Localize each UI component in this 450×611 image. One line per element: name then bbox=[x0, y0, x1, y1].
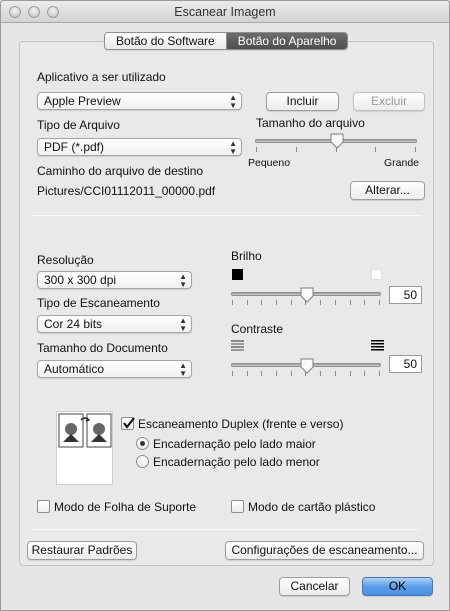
duplex-pages-icon bbox=[58, 413, 112, 448]
scan-type-select-value: Cor 24 bits bbox=[44, 317, 103, 331]
dark-square-icon bbox=[232, 269, 243, 280]
short-edge-binding-label: Encadernação pelo lado menor bbox=[153, 455, 320, 469]
scan-settings-button[interactable]: Configurações de escaneamento... bbox=[225, 541, 424, 560]
cancel-button[interactable]: Cancelar bbox=[279, 577, 350, 596]
select-arrows-icon: ▲ ▼ bbox=[179, 316, 187, 333]
file-type-select-value: PDF (*.pdf) bbox=[44, 140, 105, 154]
title-bar: Escanear Imagem bbox=[1, 1, 449, 23]
carrier-sheet-label: Modo de Folha de Suporte bbox=[54, 500, 197, 514]
carrier-sheet-checkbox[interactable] bbox=[37, 500, 50, 513]
select-arrows-icon: ▲ ▼ bbox=[229, 93, 237, 110]
file-size-label: Tamanho do arquivo bbox=[256, 116, 365, 130]
scan-image-window: Escanear Imagem Botão do Software Botão … bbox=[0, 0, 450, 611]
contrast-value-field[interactable]: 50 bbox=[389, 355, 422, 373]
brightness-label: Brilho bbox=[231, 249, 262, 263]
duplex-checkbox[interactable] bbox=[121, 417, 135, 430]
document-size-select-value: Automático bbox=[44, 362, 105, 376]
section-divider bbox=[31, 215, 422, 216]
remove-application-button[interactable]: Excluir bbox=[353, 92, 425, 111]
contrast-label: Contraste bbox=[231, 322, 284, 336]
plastic-card-label: Modo de cartão plástico bbox=[248, 500, 376, 514]
tab-device-button[interactable]: Botão do Aparelho bbox=[225, 33, 348, 49]
short-edge-binding-radio[interactable] bbox=[136, 455, 149, 468]
file-size-max-label: Grande bbox=[384, 157, 420, 169]
document-size-label: Tamanho do Documento bbox=[37, 341, 168, 355]
resolution-select-value: 300 x 300 dpi bbox=[44, 273, 117, 287]
restore-defaults-button[interactable]: Restaurar Padrões bbox=[27, 541, 137, 560]
checkmark-icon bbox=[123, 417, 135, 429]
select-arrows-icon: ▲ ▼ bbox=[179, 361, 187, 378]
contrast-slider-knob[interactable] bbox=[300, 358, 314, 374]
ok-button[interactable]: OK bbox=[362, 577, 433, 596]
file-size-slider-knob[interactable] bbox=[330, 133, 344, 149]
add-application-button[interactable]: Incluir bbox=[266, 92, 339, 111]
application-select[interactable]: Apple Preview ▲ ▼ bbox=[37, 92, 242, 110]
tab-software-button[interactable]: Botão do Software bbox=[105, 33, 226, 49]
duplex-label: Escaneamento Duplex (frente e verso) bbox=[138, 417, 344, 431]
window-title: Escanear Imagem bbox=[174, 5, 276, 19]
application-select-value: Apple Preview bbox=[44, 94, 121, 108]
tab-bar: Botão do Software Botão do Aparelho bbox=[104, 32, 349, 50]
document-size-select[interactable]: Automático ▲ ▼ bbox=[37, 360, 192, 378]
select-arrows-icon: ▲ ▼ bbox=[179, 272, 187, 289]
bottom-divider bbox=[31, 529, 422, 530]
resolution-select[interactable]: 300 x 300 dpi ▲ ▼ bbox=[37, 271, 192, 289]
select-arrows-icon: ▲ ▼ bbox=[229, 139, 237, 156]
resolution-label: Resolução bbox=[37, 253, 94, 267]
high-contrast-icon bbox=[371, 340, 384, 351]
file-size-min-label: Pequeno bbox=[248, 157, 291, 169]
low-contrast-icon bbox=[231, 340, 244, 351]
brightness-slider-knob[interactable] bbox=[300, 287, 314, 303]
application-label: Aplicativo a ser utilizado bbox=[37, 70, 166, 84]
destination-label: Caminho do arquivo de destino bbox=[37, 164, 204, 178]
duplex-preview-image bbox=[56, 411, 113, 485]
long-edge-binding-label: Encadernação pelo lado maior bbox=[153, 437, 316, 451]
plastic-card-checkbox[interactable] bbox=[231, 500, 244, 513]
change-destination-button[interactable]: Alterar... bbox=[350, 181, 425, 200]
destination-path: Pictures/CCI01112011_00000.pdf bbox=[37, 184, 216, 198]
file-type-label: Tipo de Arquivo bbox=[37, 118, 120, 132]
file-type-select[interactable]: PDF (*.pdf) ▲ ▼ bbox=[37, 138, 242, 156]
scan-type-label: Tipo de Escaneamento bbox=[37, 296, 160, 310]
brightness-value-field[interactable]: 50 bbox=[389, 286, 422, 304]
long-edge-binding-radio[interactable] bbox=[136, 437, 149, 450]
light-square-icon bbox=[371, 269, 382, 280]
scan-type-select[interactable]: Cor 24 bits ▲ ▼ bbox=[37, 315, 192, 333]
